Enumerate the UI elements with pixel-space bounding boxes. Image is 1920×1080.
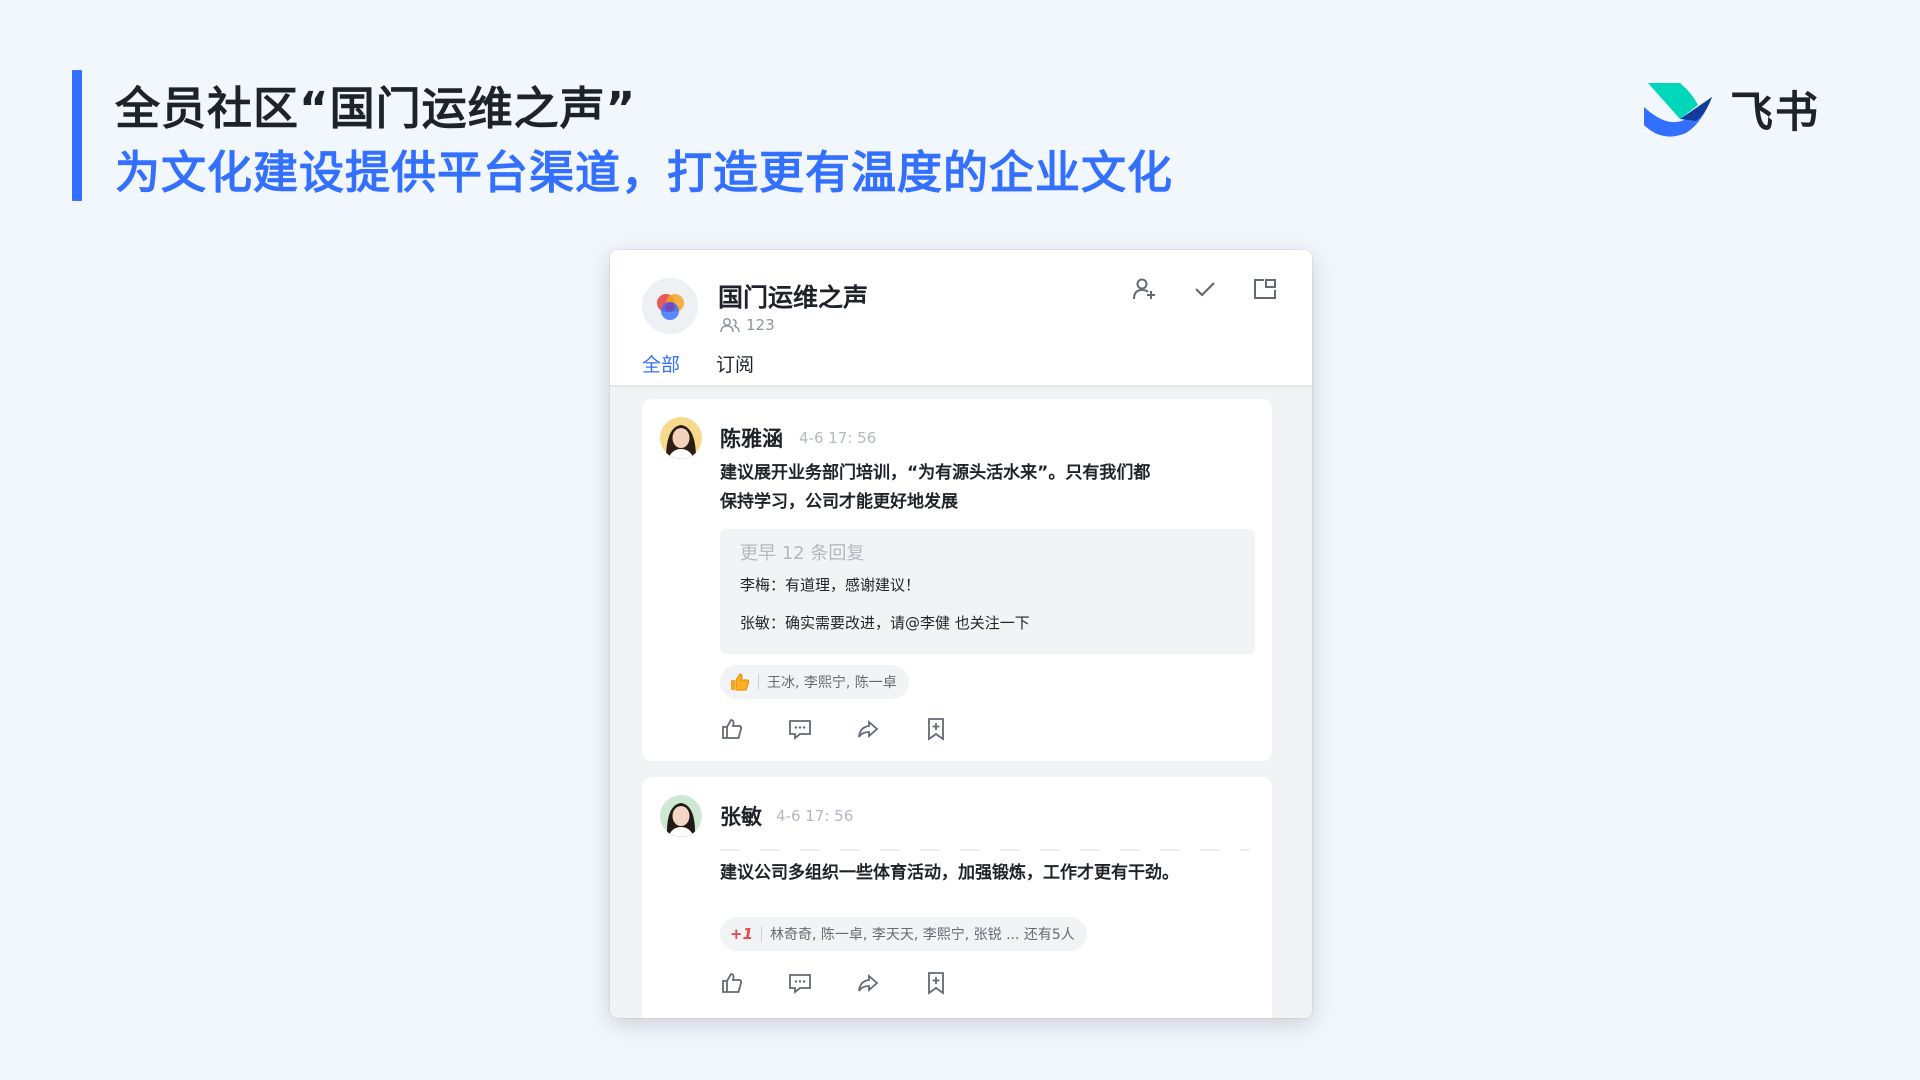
reaction-separator (758, 674, 759, 690)
avatar[interactable] (660, 795, 702, 837)
group-header: 国门运维之声 123 全部 订阅 (610, 250, 1312, 389)
brand: 飞书 (1640, 78, 1820, 140)
check-icon[interactable] (1192, 276, 1218, 302)
reaction-users: 王冰, 李熙宁, 陈一卓 (767, 675, 897, 691)
post-time: 4-6 17: 56 (776, 807, 854, 825)
reply-item: 李梅：有道理，感谢建议！ (740, 576, 921, 594)
post-author[interactable]: 陈雅涵 (720, 423, 783, 453)
post-content-line: 建议展开业务部门培训，“为有源头活水来”。只有我们都 (720, 463, 1151, 483)
forward-icon[interactable] (856, 717, 880, 741)
forward-icon[interactable] (856, 971, 880, 995)
tab-all[interactable]: 全部 (642, 350, 681, 389)
user-avatar-icon (660, 795, 702, 837)
feishu-logo-icon (1644, 83, 1712, 137)
group-name: 国门运维之声 (718, 283, 869, 312)
like-icon[interactable] (720, 717, 744, 741)
reaction-users: 林奇奇, 陈一卓, 李天天, 李熙宁, 张锐 ... 还有5人 (770, 927, 1075, 943)
bookmark-icon[interactable] (924, 717, 948, 741)
post-actions (720, 717, 948, 741)
post-feed: 陈雅涵 4-6 17: 56 建议展开业务部门培训，“为有源头活水来”。只有我们… (610, 387, 1312, 1018)
like-icon[interactable] (720, 971, 744, 995)
divider (720, 849, 1250, 851)
reply-item: 张敏：确实需要改进，请@李健 也关注一下 (740, 614, 1030, 632)
reaction-bar[interactable]: 王冰, 李熙宁, 陈一卓 (720, 665, 909, 699)
feed-tabs: 全部 订阅 (642, 350, 754, 389)
header-actions (1132, 276, 1278, 302)
user-avatar-icon (660, 417, 702, 459)
group-avatar-icon (657, 294, 684, 320)
post-card[interactable]: 张敏 4-6 17: 56 建议公司多组织一些体育活动，加强锻炼，工作才更有干劲… (642, 777, 1272, 1018)
members-icon (720, 318, 740, 333)
reaction-separator (761, 926, 763, 942)
post-actions (720, 971, 948, 995)
share-window-icon[interactable] (1252, 276, 1278, 302)
member-count-value: 123 (746, 316, 775, 334)
title-accent-bar (72, 70, 82, 201)
reply-box: 更早 12 条回复 李梅：有道理，感谢建议！ 张敏：确实需要改进，请@李健 也关… (720, 529, 1255, 654)
brand-name: 飞书 (1730, 88, 1820, 138)
post-author[interactable]: 张敏 (720, 801, 762, 831)
comment-icon[interactable] (788, 717, 812, 741)
post-content-line: 建议公司多组织一些体育活动，加强锻炼，工作才更有干劲。 (720, 863, 1179, 883)
group-avatar[interactable] (642, 278, 698, 334)
post-content-line: 保持学习，公司才能更好地发展 (720, 492, 958, 512)
post-time: 4-6 17: 56 (799, 429, 877, 447)
comment-icon[interactable] (788, 971, 812, 995)
bookmark-icon[interactable] (924, 971, 948, 995)
community-panel: 国门运维之声 123 全部 订阅 陈雅涵 4-6 17: 56 建议展开业务部门… (610, 250, 1312, 1018)
earlier-replies-link[interactable]: 更早 12 条回复 (740, 539, 864, 565)
member-count: 123 (720, 316, 775, 334)
slide-subtitle: 为文化建设提供平台渠道，打造更有温度的企业文化 (115, 146, 1174, 199)
thumbs-up-icon (731, 673, 750, 691)
avatar[interactable] (660, 417, 702, 459)
tab-subscribed[interactable]: 订阅 (716, 350, 754, 387)
slide-title: 全员社区“国门运维之声” (115, 82, 637, 135)
post-card[interactable]: 陈雅涵 4-6 17: 56 建议展开业务部门培训，“为有源头活水来”。只有我们… (642, 399, 1272, 761)
reaction-bar[interactable]: +1 林奇奇, 陈一卓, 李天天, 李熙宁, 张锐 ... 还有5人 (720, 917, 1087, 951)
add-member-icon[interactable] (1132, 276, 1158, 302)
plus-one-icon: +1 (730, 925, 754, 943)
